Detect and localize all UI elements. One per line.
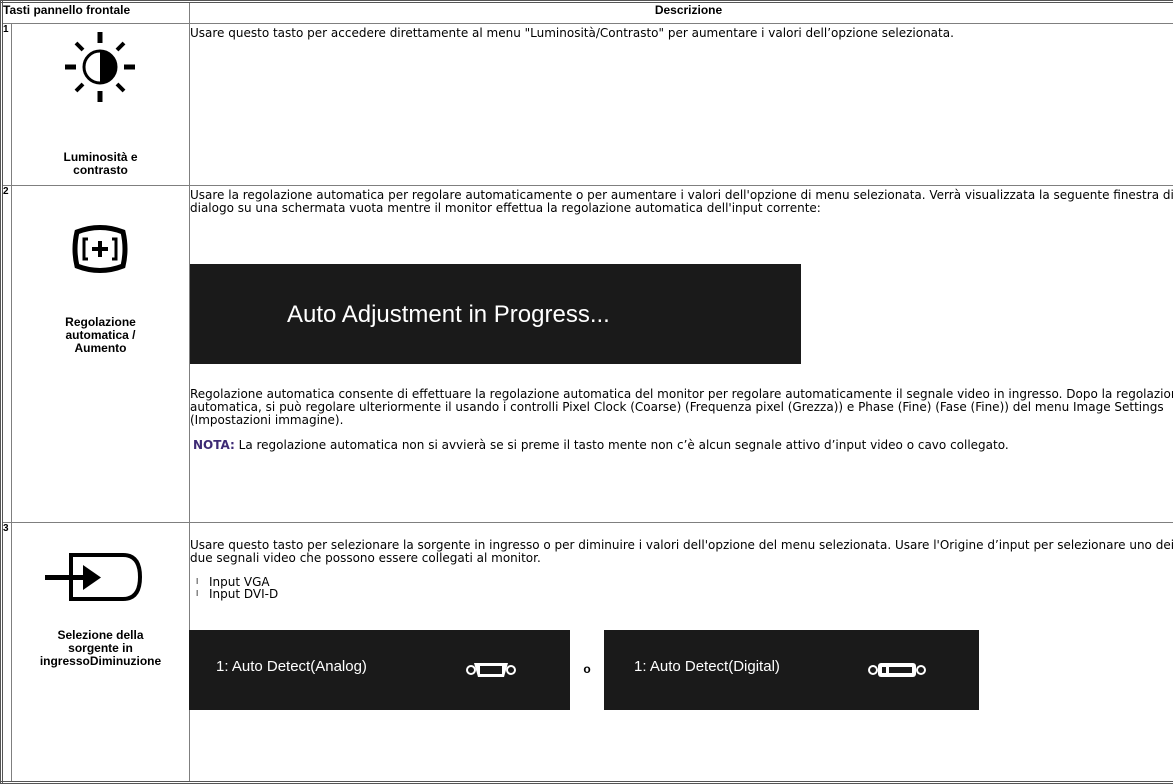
table-row: 1 Luminosità e contrasto Usare questo ta… bbox=[2, 24, 1173, 186]
description-cell: Usare la regolazione automatica per rego… bbox=[190, 186, 1173, 523]
table-header-row: Tasti pannello frontale Descrizione bbox=[2, 2, 1173, 24]
dvi-connector-icon bbox=[868, 660, 926, 680]
auto-adjust-icon bbox=[71, 220, 129, 278]
key-cell: Regolazione automatica / Aumento bbox=[12, 186, 190, 523]
osd-separator: o bbox=[570, 663, 604, 676]
description-cell: Usare questo tasto per selezionare la so… bbox=[190, 523, 1173, 783]
front-panel-keys-table: Tasti pannello frontale Descrizione 1 Lu… bbox=[0, 0, 1173, 784]
row-number: 2 bbox=[2, 186, 12, 523]
row-number: 1 bbox=[2, 24, 12, 186]
list-item: lInput DVI-D bbox=[201, 588, 1173, 600]
input-source-icon bbox=[43, 547, 143, 607]
key-label: Luminosità e contrasto bbox=[12, 151, 189, 177]
row-number: 3 bbox=[2, 523, 12, 783]
header-keys: Tasti pannello frontale bbox=[2, 2, 190, 24]
osd-message: Auto Adjustment in Progress... bbox=[287, 308, 610, 321]
osd-analog-text: 1: Auto Detect(Analog) bbox=[216, 660, 367, 673]
list-item-text: Input DVI-D bbox=[209, 587, 278, 601]
list-item: lInput VGA bbox=[201, 576, 1173, 588]
description-text-2: Regolazione automatica consente di effet… bbox=[190, 388, 1173, 427]
key-label-line2: ingressoDiminuzione bbox=[12, 655, 189, 668]
note-text: La regolazione automatica non si avvierà… bbox=[239, 438, 1009, 452]
key-cell: Selezione della sorgente in ingressoDimi… bbox=[12, 523, 190, 783]
header-description: Descrizione bbox=[190, 2, 1173, 24]
input-list: lInput VGA lInput DVI-D bbox=[201, 576, 1173, 600]
table-row: 2 Regolazione automatica / Aumento Usare… bbox=[2, 186, 1173, 523]
key-label-line1: Selezione della sorgente in bbox=[12, 629, 189, 655]
vga-connector-icon bbox=[466, 660, 516, 680]
note: NOTA: La regolazione automatica non si a… bbox=[190, 439, 1173, 452]
auto-adjust-osd: Auto Adjustment in Progress... bbox=[189, 264, 801, 364]
key-label: Regolazione automatica / Aumento bbox=[12, 316, 189, 355]
key-label: Selezione della sorgente in ingressoDimi… bbox=[12, 629, 189, 668]
note-label: NOTA: bbox=[193, 438, 235, 452]
digital-osd: 1: Auto Detect(Digital) bbox=[604, 630, 979, 710]
input-osd-row: 1: Auto Detect(Analog) o 1: Auto Detect(… bbox=[189, 630, 1173, 710]
bullet: l bbox=[196, 576, 198, 588]
brightness-contrast-icon bbox=[65, 32, 135, 102]
description-cell: Usare questo tasto per accedere direttam… bbox=[190, 24, 1173, 186]
description-text: Usare questo tasto per accedere direttam… bbox=[190, 27, 1173, 40]
bullet: l bbox=[196, 588, 198, 600]
table-row: 3 Selezione della sorgente in ingressoDi… bbox=[2, 523, 1173, 783]
osd-digital-text: 1: Auto Detect(Digital) bbox=[634, 660, 780, 673]
key-cell: Luminosità e contrasto bbox=[12, 24, 190, 186]
description-text: Usare questo tasto per selezionare la so… bbox=[190, 539, 1173, 565]
description-text: Usare la regolazione automatica per rego… bbox=[190, 189, 1173, 215]
analog-osd: 1: Auto Detect(Analog) bbox=[189, 630, 570, 710]
